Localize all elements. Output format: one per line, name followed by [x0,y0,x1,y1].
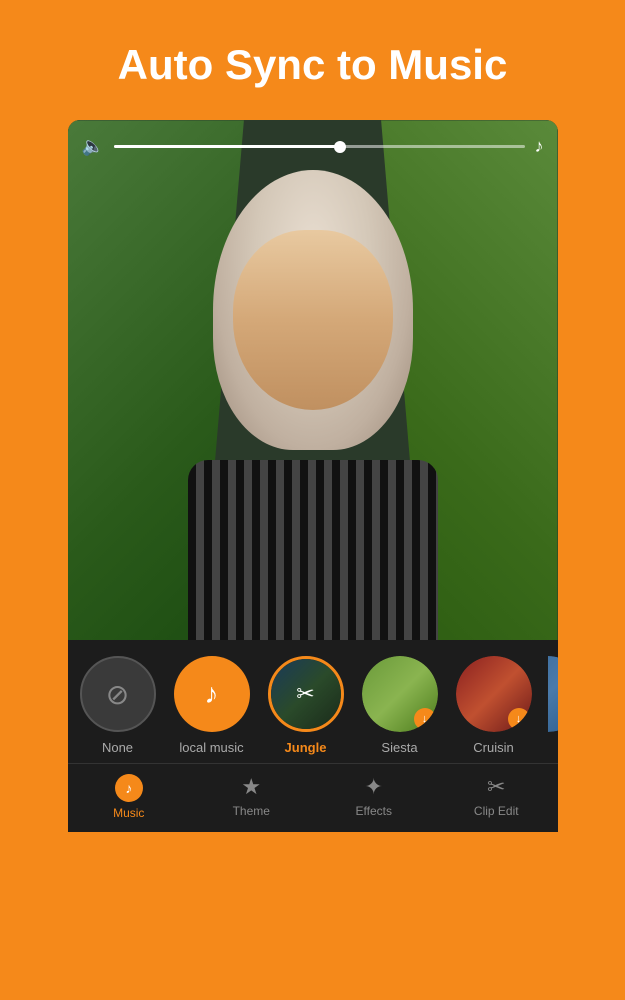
cruisin-thumb: ↓ [456,656,532,732]
local-thumb: ♪ [174,656,250,732]
jungle-img: ✂ [271,659,341,729]
music-panel: ⊘ None ♪ local music ✂ [68,640,558,763]
none-label: None [102,740,133,755]
music-item-cruisin[interactable]: ↓ Cruisin [454,656,534,755]
jungle-thumb: ✂ [268,656,344,732]
jungle-scissors-icon: ✂ [296,681,314,707]
header: Auto Sync to Music [0,0,625,120]
siesta-download-badge: ↓ [414,708,436,730]
effects-nav-icon: ✦ [365,774,383,800]
nav-item-effects[interactable]: ✦ Effects [313,764,436,832]
partial-img [548,656,558,732]
music-item-partial[interactable] [548,656,558,732]
local-music-icon: ♪ [205,678,219,710]
person-face [233,230,393,410]
progress-thumb [334,141,346,153]
app-container: 🔈 ♪ ⊘ None [0,120,625,832]
none-icon: ⊘ [106,678,129,711]
nav-item-music[interactable]: ♪ Music [68,764,191,832]
clip-edit-nav-label: Clip Edit [474,804,519,818]
music-item-jungle[interactable]: ✂ Jungle [266,656,346,755]
progress-track[interactable] [114,145,525,148]
progress-fill [114,145,340,148]
none-thumb: ⊘ [80,656,156,732]
theme-nav-icon: ★ [241,774,261,800]
bottom-nav: ♪ Music ★ Theme ✦ Effects ✂ Clip Edit [68,763,558,832]
nav-item-clip-edit[interactable]: ✂ Clip Edit [435,764,558,832]
music-item-siesta[interactable]: ↓ Siesta [360,656,440,755]
clip-edit-nav-icon: ✂ [487,774,505,800]
effects-nav-label: Effects [356,804,392,818]
siesta-thumb: ↓ [362,656,438,732]
main-title: Auto Sync to Music [118,40,508,90]
music-scroll-area: ⊘ None ♪ local music ✂ [68,640,558,763]
partial-thumb [548,656,558,732]
video-area[interactable]: 🔈 ♪ [68,120,558,640]
local-label: local music [179,740,243,755]
music-nav-label: Music [113,806,144,820]
nav-item-theme[interactable]: ★ Theme [190,764,313,832]
siesta-label: Siesta [381,740,417,755]
music-note-icon: ♪ [535,136,544,157]
cruisin-label: Cruisin [473,740,513,755]
video-player: 🔈 ♪ ⊘ None [68,120,558,832]
playback-bar: 🔈 ♪ [68,136,558,157]
music-item-local[interactable]: ♪ local music [172,656,252,755]
music-item-none[interactable]: ⊘ None [78,656,158,755]
music-nav-icon: ♪ [115,774,143,802]
volume-icon[interactable]: 🔈 [82,136,104,157]
jungle-label: Jungle [285,740,327,755]
theme-nav-label: Theme [233,804,270,818]
person-shirt [188,460,438,640]
cruisin-download-badge: ↓ [508,708,530,730]
